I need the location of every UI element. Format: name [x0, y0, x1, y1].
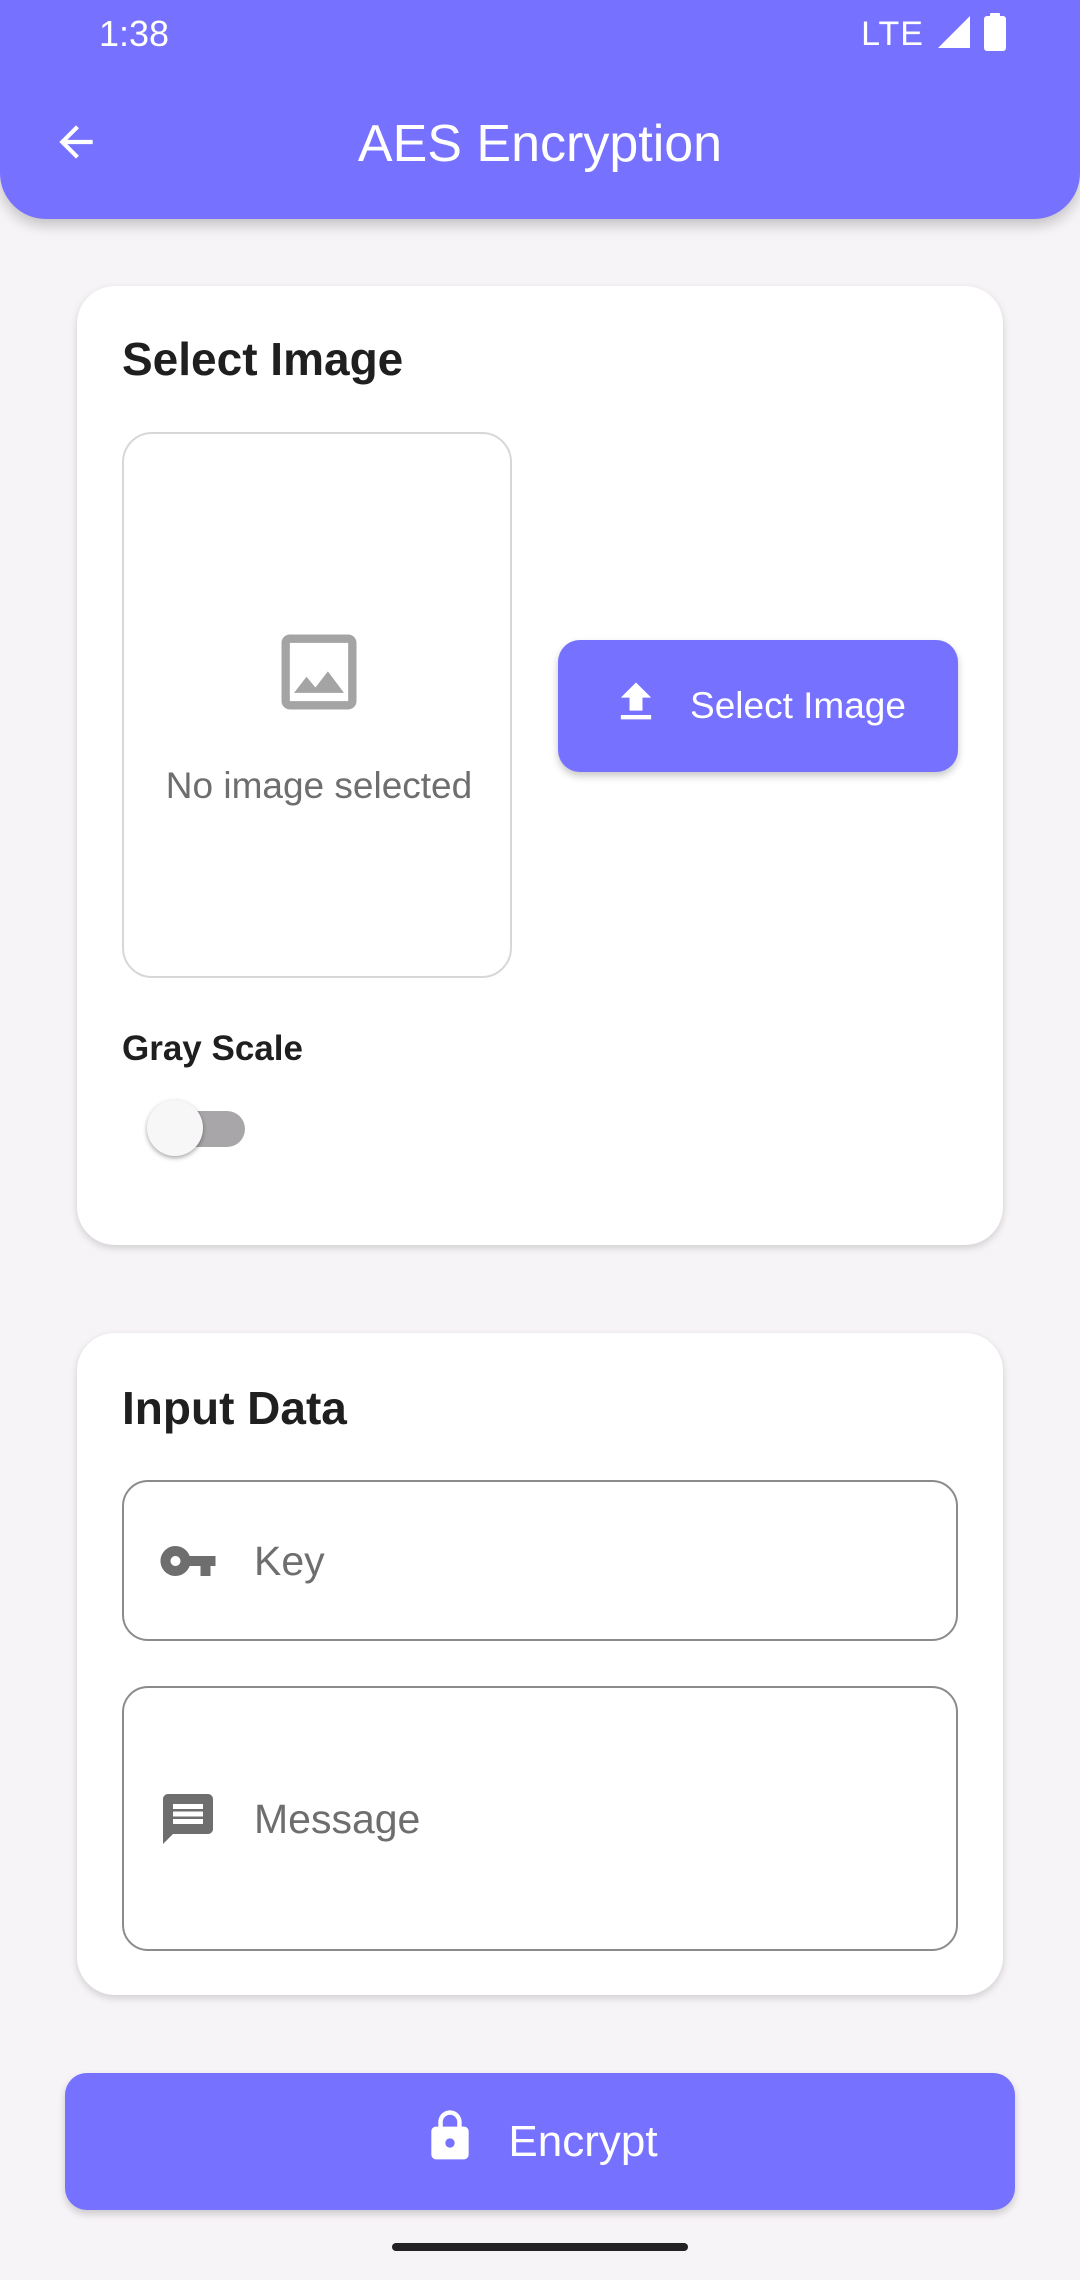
page-title: AES Encryption [357, 115, 723, 173]
signal-icon [936, 14, 972, 55]
message-icon [158, 1789, 218, 1849]
input-data-card: Input Data [77, 1333, 1003, 1995]
app-bar: 1:38 LTE AES Encryption [0, 0, 1080, 219]
select-image-button-label: Select Image [690, 685, 906, 726]
network-type: LTE [861, 15, 924, 53]
status-time: 1:38 [99, 13, 170, 54]
key-icon [158, 1531, 218, 1591]
lock-icon [422, 2106, 478, 2177]
status-icons: LTE [861, 12, 1006, 56]
image-placeholder-icon [269, 622, 369, 722]
select-image-card: Select Image No image selected Select Im… [77, 286, 1003, 1245]
encrypt-button-label: Encrypt [508, 2116, 658, 2166]
key-input[interactable] [254, 1532, 932, 1590]
message-input[interactable] [254, 1790, 932, 1848]
image-preview: No image selected [122, 432, 512, 978]
input-data-heading: Input Data [122, 1382, 347, 1434]
home-indicator[interactable] [392, 2243, 688, 2251]
gray-scale-switch[interactable] [147, 1098, 253, 1158]
no-image-text: No image selected [165, 765, 473, 806]
battery-icon [984, 12, 1006, 56]
upload-icon [610, 676, 662, 737]
select-image-heading: Select Image [122, 333, 404, 385]
select-image-button[interactable]: Select Image [558, 640, 958, 772]
switch-thumb [147, 1100, 203, 1156]
gray-scale-label: Gray Scale [122, 1029, 303, 1068]
message-field[interactable] [122, 1686, 958, 1951]
encrypt-button[interactable]: Encrypt [65, 2073, 1015, 2210]
key-field[interactable] [122, 1480, 958, 1641]
